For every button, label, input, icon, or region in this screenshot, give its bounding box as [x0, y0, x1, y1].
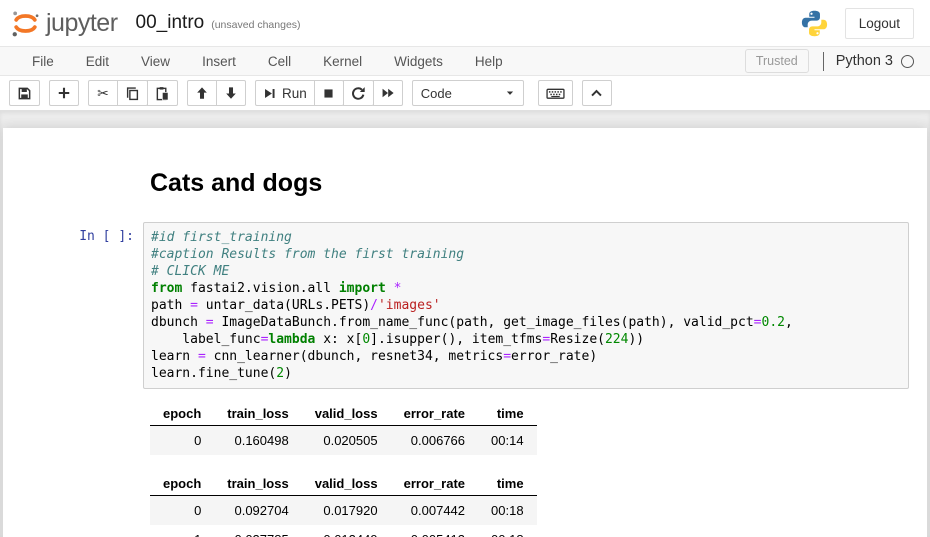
- logout-button[interactable]: Logout: [845, 8, 914, 39]
- run-cell-button[interactable]: Run: [255, 80, 315, 106]
- toolbar: ✂: [0, 76, 930, 110]
- menu-view[interactable]: View: [125, 48, 186, 75]
- table-cell: 0.012449: [302, 525, 391, 537]
- table-cell: 1: [150, 525, 214, 537]
- menu-file[interactable]: File: [16, 48, 70, 75]
- table-row: 10.0277850.0124490.00541300:18: [150, 525, 537, 537]
- table-row: 00.0927040.0179200.00744200:18: [150, 496, 537, 526]
- code-editor[interactable]: #id first_training#caption Results from …: [143, 222, 909, 389]
- jupyter-logo-icon: [10, 8, 41, 39]
- table-header-cell: error_rate: [391, 402, 478, 426]
- move-cell-up-icon: [195, 86, 209, 100]
- table-cell: 0.017920: [302, 496, 391, 526]
- markdown-cell[interactable]: Cats and dogs: [3, 154, 927, 217]
- keyboard-icon: [546, 86, 565, 101]
- menu-kernel[interactable]: Kernel: [307, 48, 378, 75]
- menu-widgets[interactable]: Widgets: [378, 48, 459, 75]
- table-cell: 0.005413: [391, 525, 478, 537]
- kernel-name: Python 3: [836, 53, 893, 69]
- table-cell: 0.006766: [391, 426, 478, 456]
- table-cell: 0: [150, 496, 214, 526]
- output-area: epochtrain_lossvalid_losserror_ratetime0…: [143, 402, 927, 537]
- copy-cell-button[interactable]: [117, 80, 148, 106]
- save-icon: [17, 86, 32, 101]
- paste-cell-button[interactable]: [147, 80, 178, 106]
- table-cell: 0.160498: [214, 426, 301, 456]
- markdown-cell-prompt: [3, 159, 143, 212]
- training-results-table-1: epochtrain_lossvalid_losserror_ratetime0…: [150, 402, 537, 455]
- menu-insert[interactable]: Insert: [186, 48, 252, 75]
- table-header-cell: epoch: [150, 472, 214, 496]
- table-header-cell: valid_loss: [302, 472, 391, 496]
- trusted-button[interactable]: Trusted: [745, 49, 809, 73]
- move-cell-up-button[interactable]: [187, 80, 217, 106]
- restart-run-all-icon: [381, 86, 395, 100]
- paste-cell-icon: [155, 86, 170, 101]
- python-logo-icon: [800, 9, 829, 38]
- table-header-cell: valid_loss: [302, 402, 391, 426]
- cut-cell-button[interactable]: ✂: [88, 80, 118, 106]
- menu-cell[interactable]: Cell: [252, 48, 307, 75]
- restart-kernel-button[interactable]: [343, 80, 374, 106]
- run-icon: [263, 87, 276, 100]
- copy-cell-icon: [125, 86, 140, 101]
- section-heading: Cats and dogs: [150, 169, 322, 198]
- header: jupyter 00_intro (unsaved changes) Logou…: [0, 0, 930, 46]
- table-row: 00.1604980.0205050.00676600:14: [150, 426, 537, 456]
- move-cell-down-button[interactable]: [216, 80, 246, 106]
- table-cell: 00:14: [478, 426, 537, 456]
- table-header-cell: time: [478, 402, 537, 426]
- add-cell-button[interactable]: [49, 80, 79, 106]
- table-header-cell: train_loss: [214, 472, 301, 496]
- interrupt-kernel-icon: [322, 87, 335, 100]
- table-cell: 00:18: [478, 525, 537, 537]
- table-cell: 0.007442: [391, 496, 478, 526]
- menubar: File Edit View Insert Cell Kernel Widget…: [0, 46, 930, 76]
- site-background: Cats and dogs In [ ]: #id first_training…: [0, 110, 930, 537]
- table-cell: 0.092704: [214, 496, 301, 526]
- menu-help[interactable]: Help: [459, 48, 519, 75]
- menu-edit[interactable]: Edit: [70, 48, 125, 75]
- collapse-toolbar-button[interactable]: [582, 80, 612, 106]
- command-palette-button[interactable]: [538, 80, 573, 106]
- restart-run-all-button[interactable]: [373, 80, 403, 106]
- training-results-table-2: epochtrain_lossvalid_losserror_ratetime0…: [150, 472, 537, 537]
- table-cell: 00:18: [478, 496, 537, 526]
- save-button[interactable]: [9, 80, 40, 106]
- table-header-cell: epoch: [150, 402, 214, 426]
- menubar-divider: [823, 52, 824, 71]
- kernel-idle-icon: [901, 55, 914, 68]
- table-header-cell: error_rate: [391, 472, 478, 496]
- notebook-title[interactable]: 00_intro: [136, 12, 205, 34]
- notebook-page: Cats and dogs In [ ]: #id first_training…: [3, 128, 927, 537]
- jupyter-logo[interactable]: jupyter: [10, 8, 118, 39]
- code-cell: In [ ]: #id first_training#caption Resul…: [3, 217, 927, 394]
- cut-cell-icon: ✂: [97, 86, 109, 100]
- chevron-down-icon: [505, 88, 515, 98]
- restart-kernel-icon: [351, 86, 366, 101]
- checkpoint-status: (unsaved changes): [211, 19, 300, 31]
- add-cell-icon: [57, 86, 71, 100]
- cell-type-dropdown[interactable]: Code: [412, 80, 524, 106]
- table-cell: 0.020505: [302, 426, 391, 456]
- move-cell-down-icon: [224, 86, 238, 100]
- run-label: Run: [282, 86, 307, 101]
- table-header-cell: train_loss: [214, 402, 301, 426]
- input-prompt: In [ ]:: [3, 222, 143, 389]
- cell-type-value: Code: [421, 86, 452, 101]
- jupyter-logo-text: jupyter: [46, 9, 118, 38]
- code-content: #id first_training#caption Results from …: [151, 229, 901, 382]
- table-cell: 0: [150, 426, 214, 456]
- chevron-up-icon: [590, 87, 603, 100]
- interrupt-kernel-button[interactable]: [314, 80, 344, 106]
- table-header-cell: time: [478, 472, 537, 496]
- table-cell: 0.027785: [214, 525, 301, 537]
